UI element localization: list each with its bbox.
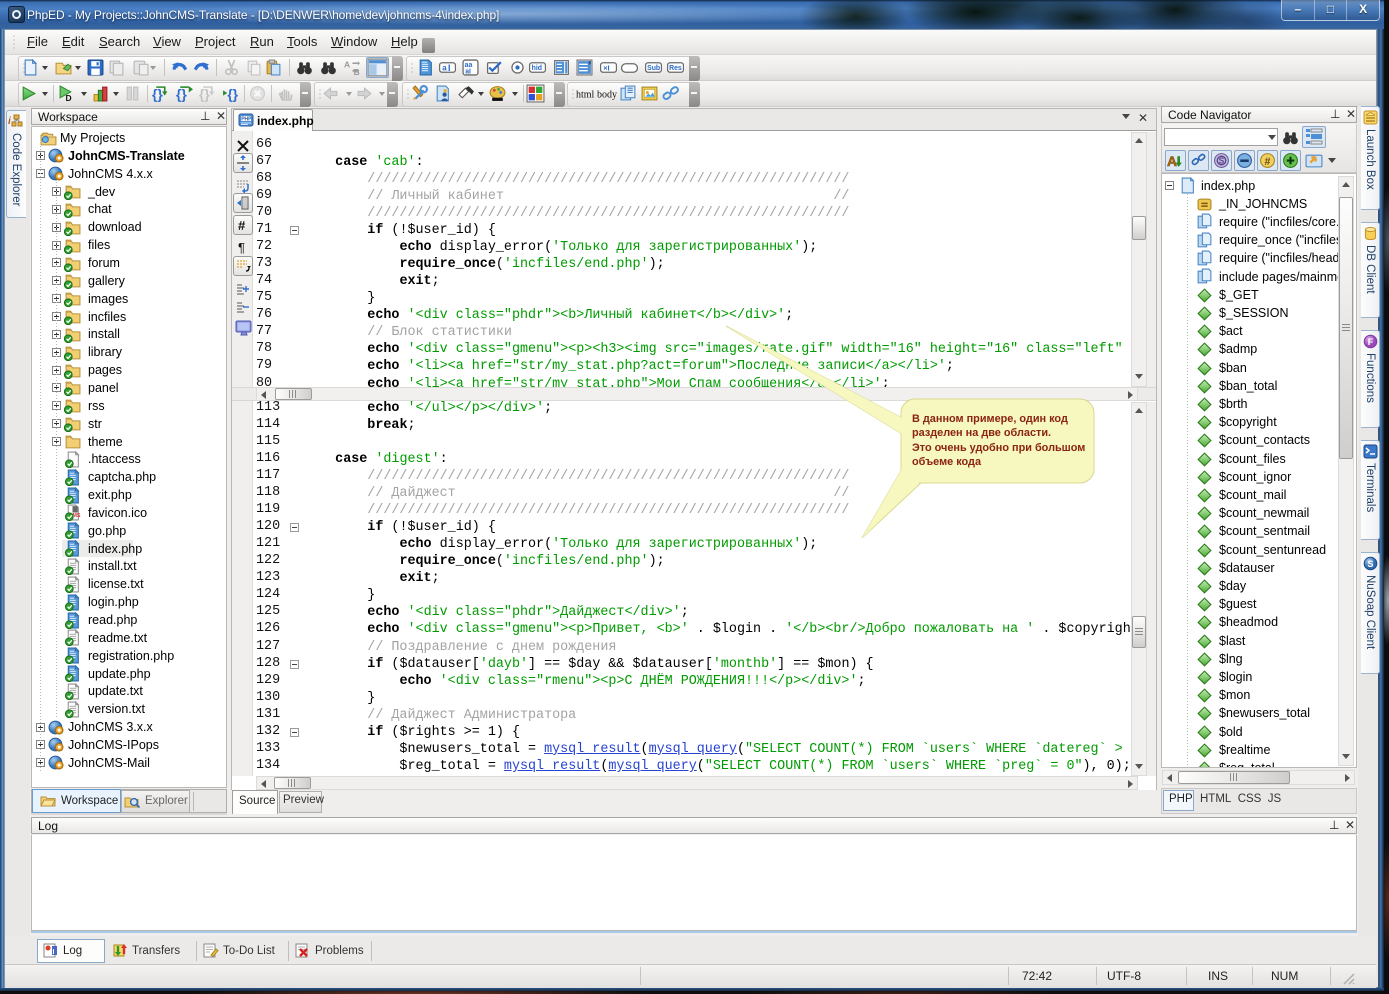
svg-text:S: S (1367, 559, 1373, 569)
svg-text:A: A (1167, 153, 1177, 169)
svg-text:#: # (1265, 156, 1271, 168)
svg-text:i: i (8, 116, 11, 127)
svg-text:Res: Res (669, 65, 682, 72)
svg-text:hid: hid (532, 65, 542, 72)
svg-text:a: a (442, 64, 447, 73)
svg-text:B: B (354, 67, 360, 76)
svg-text:PHP: PHP (241, 117, 252, 123)
svg-text:¶: ¶ (238, 240, 245, 255)
svg-text:{}: {} (152, 86, 163, 102)
svg-text:#: # (238, 218, 246, 233)
svg-text:body: body (597, 90, 617, 101)
svg-text:×I: ×I (603, 64, 609, 73)
svg-text:I: I (53, 949, 55, 956)
svg-text:html: html (576, 90, 595, 101)
svg-text:MS: MS (73, 513, 81, 519)
svg-text:aI: aI (465, 68, 471, 75)
svg-text:F: F (1368, 337, 1374, 347)
svg-text:Sub: Sub (647, 65, 660, 72)
svg-text:A: A (344, 60, 350, 70)
svg-text:{}: {} (227, 86, 238, 102)
svg-text:{}: {} (199, 86, 210, 102)
svg-text:{}: {} (176, 86, 187, 102)
svg-text:S: S (1219, 156, 1225, 166)
svg-text:D: D (65, 93, 71, 102)
svg-text:I: I (448, 63, 451, 73)
